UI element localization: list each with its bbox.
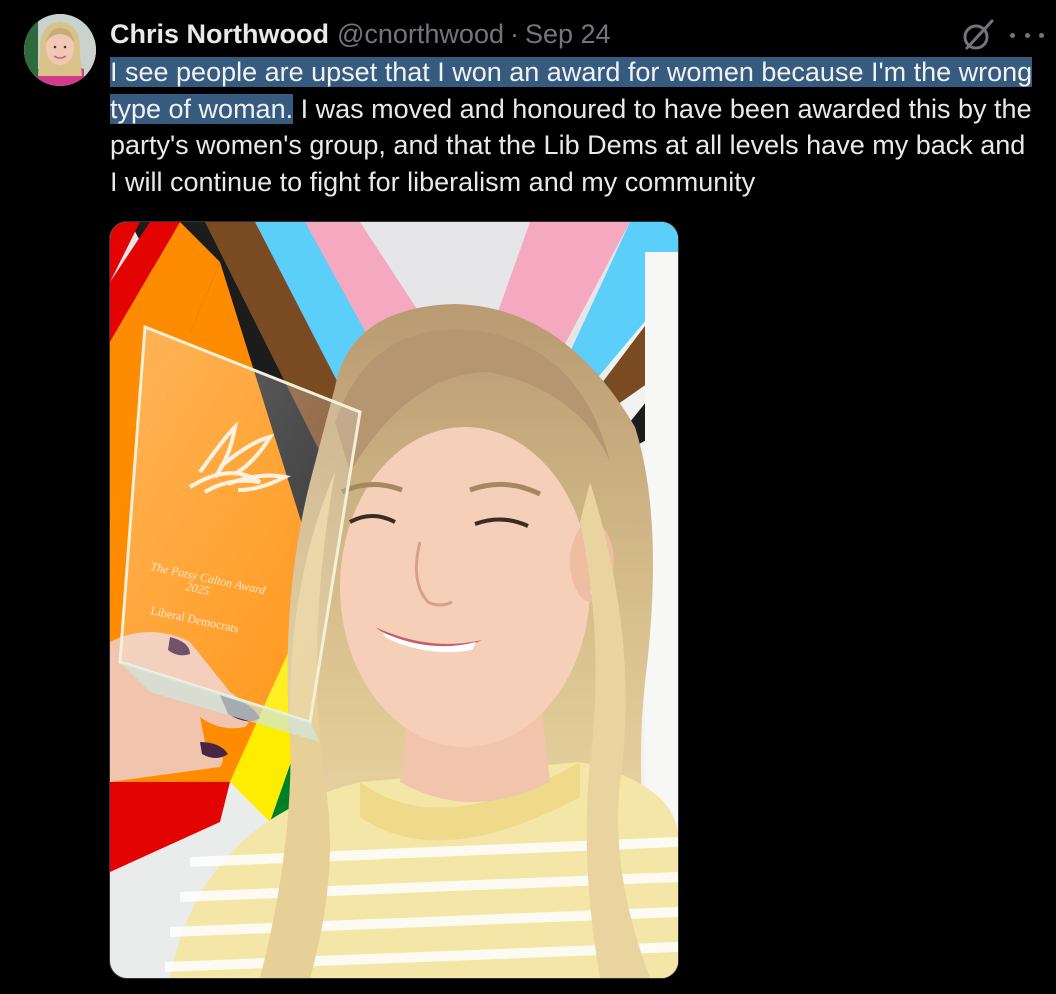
tweet-text: I see people are upset that I won an awa… — [110, 54, 1040, 200]
grok-icon[interactable] — [961, 18, 995, 52]
user-handle[interactable]: @cnorthwood — [337, 19, 504, 50]
more-dot — [1010, 32, 1015, 38]
tweet-header: Chris Northwood @cnorthwood · Sep 24 — [110, 14, 611, 54]
more-icon[interactable] — [1010, 20, 1044, 50]
avatar[interactable] — [24, 14, 96, 86]
avatar-image — [24, 14, 96, 86]
more-dot — [1024, 32, 1030, 38]
display-name[interactable]: Chris Northwood — [110, 19, 329, 50]
tweet-photo[interactable]: The Patsy Calton Award 2025 Liberal Demo… — [109, 221, 679, 979]
separator-dot: · — [509, 18, 519, 49]
post-date[interactable]: Sep 24 — [525, 19, 611, 50]
photo-image: The Patsy Calton Award 2025 Liberal Demo… — [110, 222, 678, 978]
tweet[interactable]: Chris Northwood @cnorthwood · Sep 24 I s… — [0, 0, 1056, 994]
more-dot — [1039, 32, 1044, 38]
